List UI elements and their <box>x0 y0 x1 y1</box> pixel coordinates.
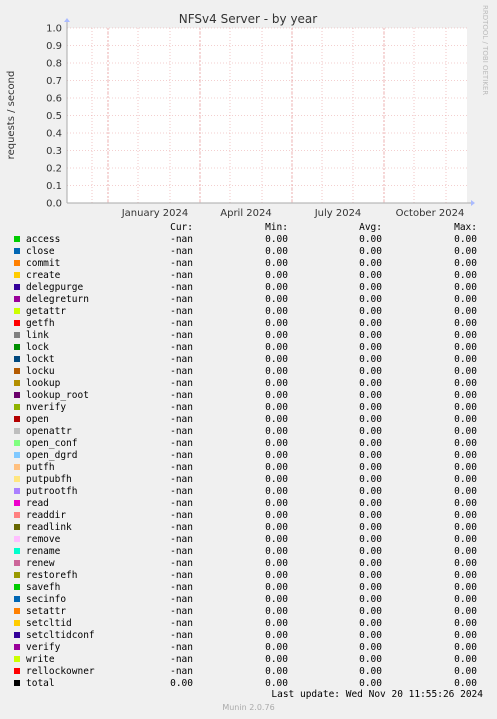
x-tick-label: October 2024 <box>396 208 465 219</box>
x-tick-labels: January 2024 April 2024 July 2024 October 2… <box>121 208 465 219</box>
last-update: Last update: Wed Nov 20 11:55:26 2024 <box>271 689 483 700</box>
x-tick-label: July 2024 <box>314 208 362 219</box>
x-axis-arrow <box>471 200 475 206</box>
y-tick-label: 0.6 <box>46 94 62 105</box>
y-tick-label: 0.9 <box>46 41 62 52</box>
x-tick-label: January 2024 <box>121 208 189 219</box>
y-tick-label: 0.3 <box>46 146 62 157</box>
y-tick-label: 1.0 <box>46 24 62 35</box>
y-tick-label: 0.2 <box>46 164 62 175</box>
y-axis-label: requests / second <box>6 71 17 160</box>
chart-title: NFSv4 Server - by year <box>179 12 318 26</box>
y-tick-label: 0.8 <box>46 59 62 70</box>
munin-version: Munin 2.0.76 <box>222 703 275 712</box>
y-tick-label: 0.4 <box>46 129 62 140</box>
y-tick-label: 0.0 <box>46 199 62 210</box>
y-axis-arrow <box>64 18 70 22</box>
y-tick-label: 0.5 <box>46 111 62 122</box>
y-tick-label: 0.7 <box>46 76 62 87</box>
y-tick-labels: 0.0 0.1 0.2 0.3 0.4 0.5 0.6 0.7 0.8 0.9 1.0 <box>46 24 62 210</box>
x-tick-label: April 2024 <box>220 208 271 219</box>
chart-svg: NFSv4 Server - by year requests / second… <box>6 5 489 219</box>
rrdtool-credit: RRDTOOL / TOBI OETIKER <box>481 5 489 95</box>
y-tick-label: 0.1 <box>46 181 62 192</box>
